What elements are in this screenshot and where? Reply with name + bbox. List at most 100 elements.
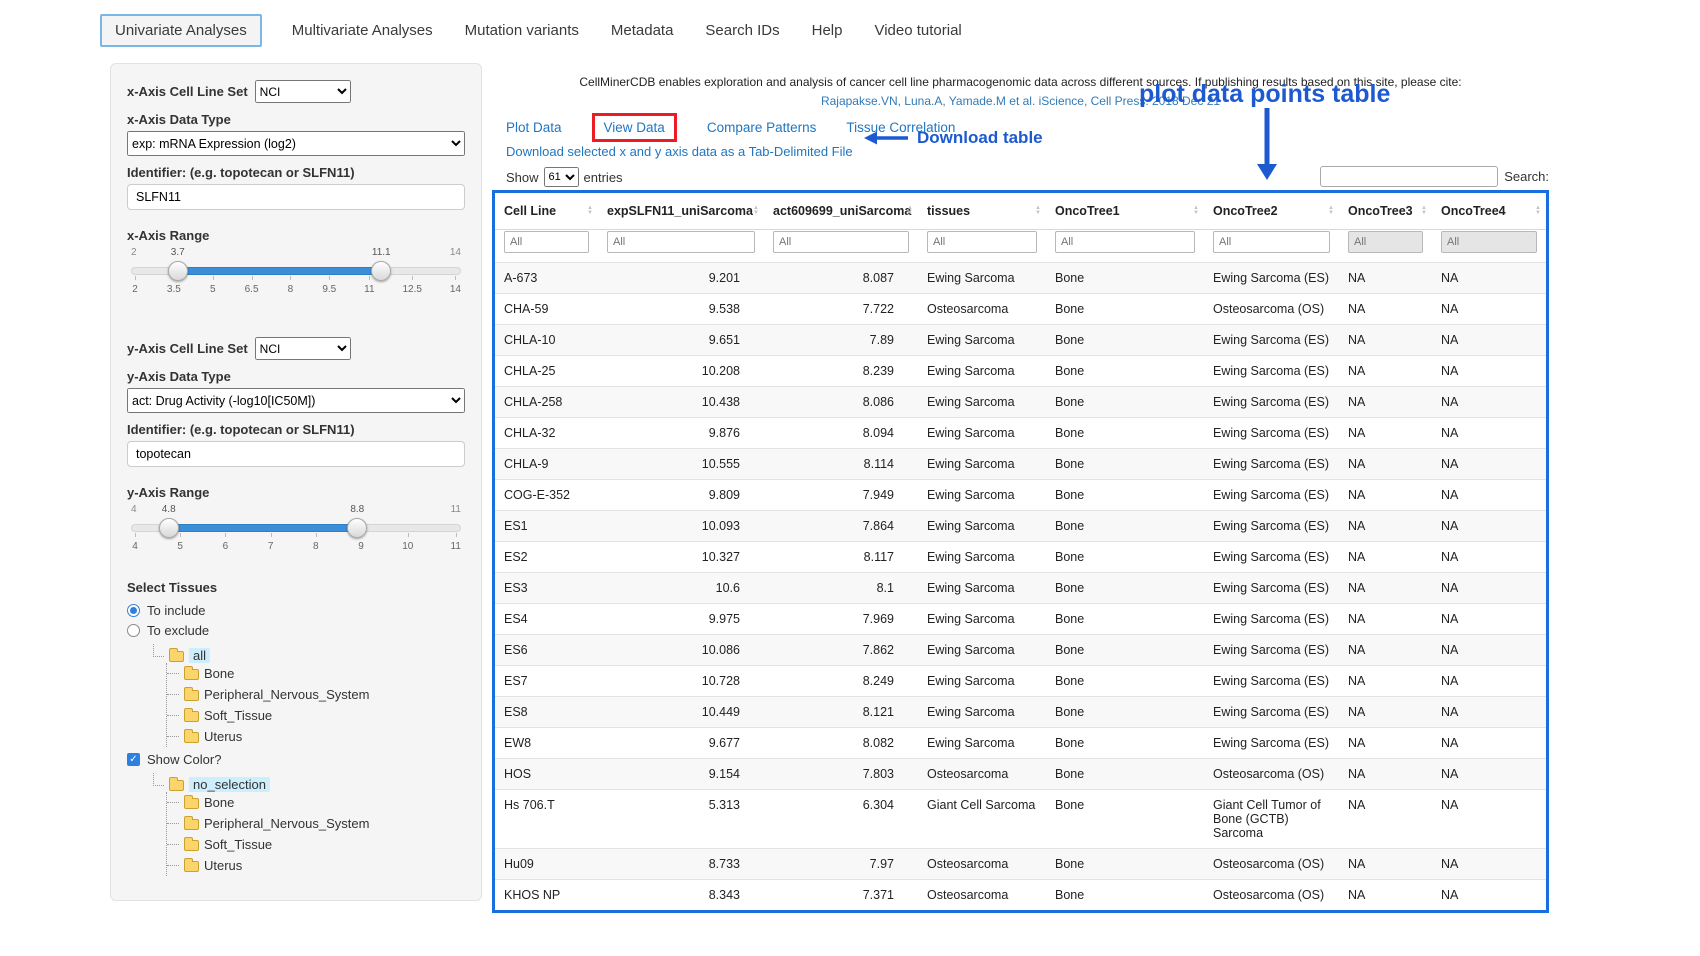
sort-icon[interactable]: ▲▼ xyxy=(1421,206,1427,216)
table-row[interactable]: ES2 10.327 8.117 Ewing Sarcoma Bone Ewin… xyxy=(495,542,1546,573)
sort-icon[interactable]: ▲▼ xyxy=(1193,206,1199,216)
show-color-checkbox[interactable] xyxy=(127,753,140,766)
sort-icon[interactable]: ▲▼ xyxy=(907,206,913,216)
column-filter-input[interactable] xyxy=(1055,231,1195,253)
tissue-tree-item[interactable]: Uterus xyxy=(179,855,465,876)
column-header-tissues[interactable]: tissues▲▼ xyxy=(918,193,1046,230)
slider-tick-label: 6.5 xyxy=(245,284,259,295)
subtab-view-data[interactable]: View Data xyxy=(604,120,665,135)
tab-search-ids[interactable]: Search IDs xyxy=(703,16,781,45)
sort-icon[interactable]: ▲▼ xyxy=(1535,206,1541,216)
table-row[interactable]: EW8 9.677 8.082 Ewing Sarcoma Bone Ewing… xyxy=(495,728,1546,759)
exclude-radio[interactable] xyxy=(127,624,140,637)
tissues-include-option[interactable]: To include xyxy=(127,603,465,618)
tab-mutation-variants[interactable]: Mutation variants xyxy=(463,16,581,45)
citation-link[interactable]: Rajapakse.VN, Luna.A, Yamade.M et al. iS… xyxy=(492,94,1549,108)
tissues-exclude-option[interactable]: To exclude xyxy=(127,623,465,638)
search-input[interactable] xyxy=(1320,166,1498,187)
column-filter-input[interactable] xyxy=(504,231,589,253)
tree-root-all[interactable]: all xyxy=(153,648,465,663)
tab-video-tutorial[interactable]: Video tutorial xyxy=(872,16,963,45)
tab-metadata[interactable]: Metadata xyxy=(609,16,676,45)
column-filter-input[interactable] xyxy=(1213,231,1330,253)
x-range-slider[interactable]: 2 3.7 11.1 14 23.556.589.51112.514 xyxy=(131,247,461,295)
table-row[interactable]: CHLA-25 10.208 8.239 Ewing Sarcoma Bone … xyxy=(495,356,1546,387)
sort-icon[interactable]: ▲▼ xyxy=(1035,206,1041,216)
oncotree2-cell: Ewing Sarcoma (ES) xyxy=(1204,387,1339,418)
x-range-track[interactable] xyxy=(131,267,461,275)
table-row[interactable]: CHLA-9 10.555 8.114 Ewing Sarcoma Bone E… xyxy=(495,449,1546,480)
table-row[interactable]: CHLA-258 10.438 8.086 Ewing Sarcoma Bone… xyxy=(495,387,1546,418)
y-range-slider[interactable]: 4 4.8 8.8 11 4567891011 xyxy=(131,504,461,552)
y-cell-line-set-select[interactable]: NCI xyxy=(255,337,351,360)
column-filter-input[interactable] xyxy=(773,231,909,253)
tab-univariate-analyses[interactable]: Univariate Analyses xyxy=(100,14,262,47)
column-filter-input[interactable] xyxy=(927,231,1037,253)
table-row[interactable]: CHLA-10 9.651 7.89 Ewing Sarcoma Bone Ew… xyxy=(495,325,1546,356)
y-data-type-select[interactable]: act: Drug Activity (-log10[IC50M]) xyxy=(127,388,465,413)
table-row[interactable]: ES1 10.093 7.864 Ewing Sarcoma Bone Ewin… xyxy=(495,511,1546,542)
subtab-compare-patterns[interactable]: Compare Patterns xyxy=(707,120,817,135)
column-header-cell-line[interactable]: Cell Line▲▼ xyxy=(495,193,598,230)
tissue-tree-item[interactable]: Uterus xyxy=(179,726,465,747)
table-row[interactable]: CHA-59 9.538 7.722 Osteosarcoma Bone Ost… xyxy=(495,294,1546,325)
tab-multivariate-analyses[interactable]: Multivariate Analyses xyxy=(290,16,435,45)
y-range-handle-from[interactable] xyxy=(159,518,179,538)
table-row[interactable]: ES7 10.728 8.249 Ewing Sarcoma Bone Ewin… xyxy=(495,666,1546,697)
column-header-oncotree2[interactable]: OncoTree2▲▼ xyxy=(1204,193,1339,230)
table-row[interactable]: COG-E-352 9.809 7.949 Ewing Sarcoma Bone… xyxy=(495,480,1546,511)
download-tab-delimited-link[interactable]: Download selected x and y axis data as a… xyxy=(506,144,853,159)
x-range-handle-to[interactable] xyxy=(371,261,391,281)
table-row[interactable]: HOS 9.154 7.803 Osteosarcoma Bone Osteos… xyxy=(495,759,1546,790)
table-row[interactable]: ES4 9.975 7.969 Ewing Sarcoma Bone Ewing… xyxy=(495,604,1546,635)
table-row[interactable]: KHOS NP 8.343 7.371 Osteosarcoma Bone Os… xyxy=(495,880,1546,911)
tissue-tree-item[interactable]: Peripheral_Nervous_System xyxy=(179,813,465,834)
x-range-handle-from[interactable] xyxy=(168,261,188,281)
table-row[interactable]: Hu09 8.733 7.97 Osteosarcoma Bone Osteos… xyxy=(495,849,1546,880)
x-identifier-input[interactable] xyxy=(127,184,465,210)
column-header-oncotree4[interactable]: OncoTree4▲▼ xyxy=(1432,193,1546,230)
show-color-option[interactable]: Show Color? xyxy=(127,752,465,767)
column-header-exp[interactable]: expSLFN11_uniSarcoma▲▼ xyxy=(598,193,764,230)
tab-help[interactable]: Help xyxy=(810,16,845,45)
oncotree2-cell: Ewing Sarcoma (ES) xyxy=(1204,666,1339,697)
column-filter-input[interactable] xyxy=(607,231,755,253)
subtab-plot-data[interactable]: Plot Data xyxy=(506,120,562,135)
tissue-tree-item[interactable]: Bone xyxy=(179,663,465,684)
y-identifier-input[interactable] xyxy=(127,441,465,467)
y-range-handle-to[interactable] xyxy=(347,518,367,538)
table-row[interactable]: ES3 10.6 8.1 Ewing Sarcoma Bone Ewing Sa… xyxy=(495,573,1546,604)
folder-icon xyxy=(169,780,184,791)
table-row[interactable]: ES6 10.086 7.862 Ewing Sarcoma Bone Ewin… xyxy=(495,635,1546,666)
table-row[interactable]: CHLA-32 9.876 8.094 Ewing Sarcoma Bone E… xyxy=(495,418,1546,449)
column-filter-input[interactable] xyxy=(1441,231,1537,253)
table-row[interactable]: ES8 10.449 8.121 Ewing Sarcoma Bone Ewin… xyxy=(495,697,1546,728)
include-radio[interactable] xyxy=(127,604,140,617)
exp-value-cell: 9.677 xyxy=(598,728,764,759)
tissue-tree-item[interactable]: Bone xyxy=(179,792,465,813)
entries-length-select[interactable]: 61 xyxy=(544,167,579,187)
column-header-oncotree1[interactable]: OncoTree1▲▼ xyxy=(1046,193,1204,230)
cell-line-cell: Hs 706.T xyxy=(495,790,598,849)
sort-icon[interactable]: ▲▼ xyxy=(1328,206,1334,216)
tissue-tree-item[interactable]: Soft_Tissue xyxy=(179,705,465,726)
x-data-type-select[interactable]: exp: mRNA Expression (log2) xyxy=(127,131,465,156)
column-header-act[interactable]: act609699_uniSarcoma▲▼ xyxy=(764,193,918,230)
y-range-track[interactable] xyxy=(131,524,461,532)
x-range-selected-bar xyxy=(178,267,380,275)
tree-branch xyxy=(167,694,179,695)
x-cell-line-set-select[interactable]: NCI xyxy=(255,80,351,103)
tissue-tree-item[interactable]: Peripheral_Nervous_System xyxy=(179,684,465,705)
sort-icon[interactable]: ▲▼ xyxy=(587,206,593,216)
act-value-cell: 7.864 xyxy=(764,511,918,542)
act-value-cell: 7.803 xyxy=(764,759,918,790)
column-filter-input[interactable] xyxy=(1348,231,1423,253)
x-cell-line-set-label: x-Axis Cell Line Set xyxy=(127,84,248,99)
table-row[interactable]: A-673 9.201 8.087 Ewing Sarcoma Bone Ewi… xyxy=(495,263,1546,294)
oncotree4-cell: NA xyxy=(1432,666,1546,697)
table-row[interactable]: Hs 706.T 5.313 6.304 Giant Cell Sarcoma … xyxy=(495,790,1546,849)
tissue-tree-item[interactable]: Soft_Tissue xyxy=(179,834,465,855)
tree-root-no-selection[interactable]: no_selection xyxy=(153,777,465,792)
column-header-oncotree3[interactable]: OncoTree3▲▼ xyxy=(1339,193,1432,230)
sort-icon[interactable]: ▲▼ xyxy=(753,206,759,216)
